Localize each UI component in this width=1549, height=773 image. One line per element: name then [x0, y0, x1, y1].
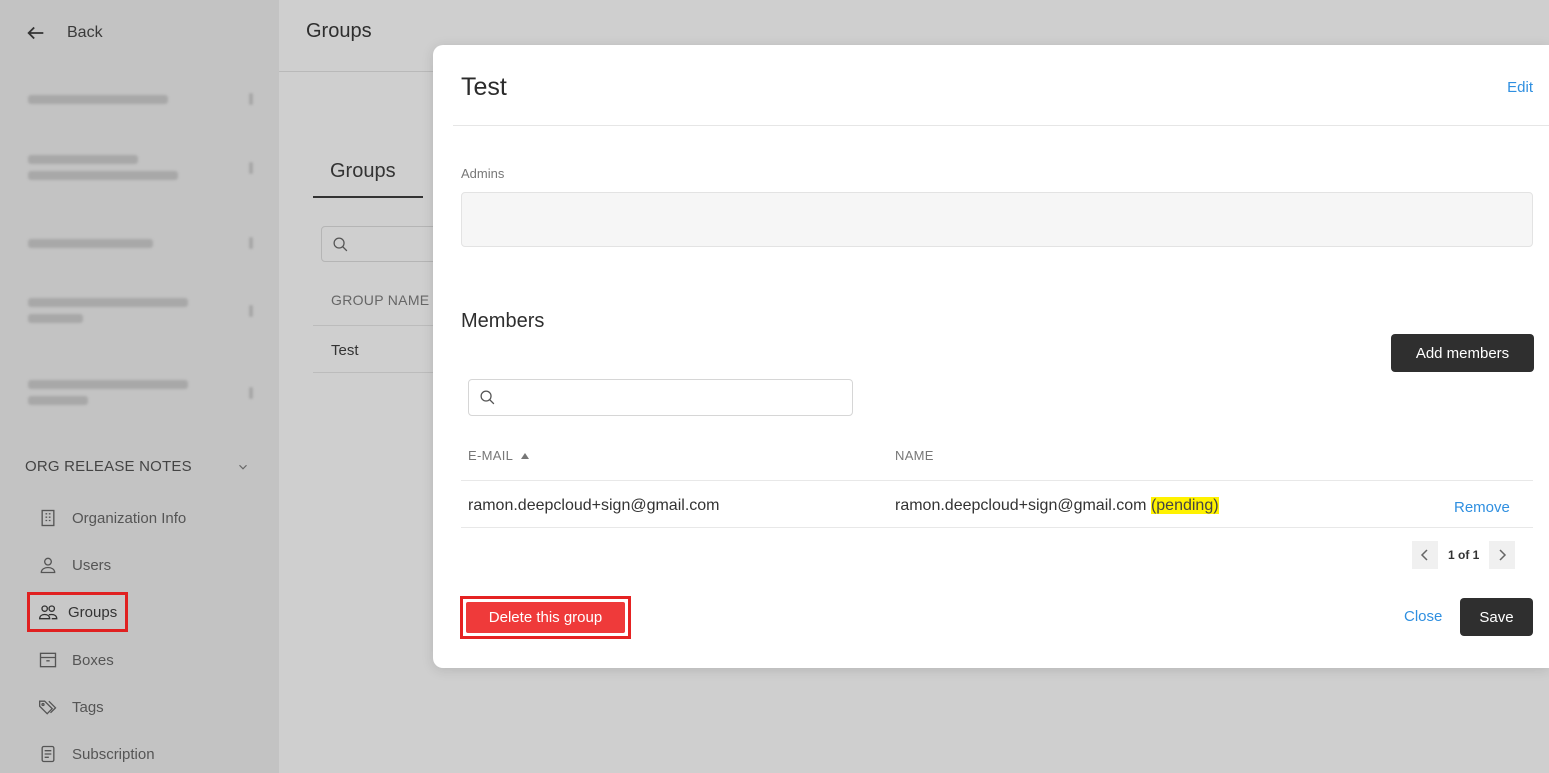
org-list-item[interactable] [28, 298, 253, 323]
table-divider [313, 325, 443, 326]
name-column-header[interactable]: NAME [895, 448, 934, 463]
table-divider [461, 527, 1533, 528]
sidebar-item-label: Tags [72, 698, 104, 716]
sidebar-item-organization-info[interactable]: Organization Info [38, 505, 186, 531]
members-search-input[interactable] [468, 379, 853, 416]
user-icon [40, 557, 56, 574]
close-link[interactable]: Close [1404, 608, 1442, 625]
member-name: ramon.deepcloud+sign@gmail.com (pending) [895, 497, 1219, 515]
remove-member-link[interactable]: Remove [1454, 499, 1510, 516]
members-title: Members [461, 310, 545, 332]
tag-icon [39, 700, 57, 715]
group-name-column-header[interactable]: GROUP NAME [331, 292, 429, 308]
member-email: ramon.deepcloud+sign@gmail.com [468, 497, 720, 514]
org-list-item[interactable] [28, 237, 253, 249]
email-column-header[interactable]: E-MAIL [468, 448, 530, 463]
org-section-header[interactable]: ORG RELEASE NOTES [25, 458, 250, 475]
sidebar-item-label: Organization Info [72, 509, 187, 527]
table-row[interactable]: Test [331, 342, 359, 359]
archive-box-icon [39, 652, 57, 668]
modal-title: Test [461, 73, 507, 101]
member-name-text: ramon.deepcloud+sign@gmail.com [895, 497, 1147, 514]
sidebar-item-label: Boxes [72, 651, 114, 669]
save-button[interactable]: Save [1460, 598, 1533, 636]
admins-field[interactable] [461, 192, 1533, 247]
arrow-left-icon [27, 26, 44, 40]
group-modal: Test Edit Admins Members Add members E-M… [433, 45, 1549, 668]
pagination: 1 of 1 [1412, 541, 1516, 569]
sidebar-item-label: Subscription [72, 745, 155, 763]
admins-label: Admins [461, 166, 505, 181]
add-members-button[interactable]: Add members [1391, 334, 1534, 372]
sort-ascending-icon [521, 452, 530, 459]
page-title: Groups [306, 20, 372, 42]
modal-divider [453, 125, 1549, 126]
prev-page-button[interactable] [1412, 541, 1438, 569]
building-icon [41, 509, 55, 527]
tab-underline [313, 196, 423, 198]
org-list-item[interactable] [28, 93, 253, 105]
edit-link[interactable]: Edit [1507, 79, 1533, 96]
back-label: Back [67, 24, 103, 41]
header-divider [279, 71, 439, 72]
search-icon [333, 237, 348, 252]
sidebar-item-subscription[interactable]: Subscription [38, 741, 155, 767]
back-button[interactable]: Back [25, 18, 103, 48]
next-page-button[interactable] [1489, 541, 1516, 569]
sidebar-item-label: Users [72, 556, 112, 574]
groups-search-input[interactable] [321, 226, 451, 262]
chevron-down-icon [239, 464, 247, 470]
chevron-right-icon [1499, 549, 1507, 561]
org-list-item[interactable] [28, 155, 253, 180]
search-icon [480, 390, 495, 405]
table-divider [313, 372, 443, 373]
sidebar-item-users[interactable]: Users [38, 552, 111, 578]
org-section-title: ORG RELEASE NOTES [25, 458, 192, 475]
sidebar-item-label: Groups [68, 603, 118, 621]
document-icon [41, 745, 55, 763]
users-group-icon [38, 605, 58, 620]
sidebar-item-tags[interactable]: Tags [38, 694, 104, 720]
table-divider [461, 480, 1533, 481]
tab-groups[interactable]: Groups [330, 160, 396, 183]
sidebar-item-groups[interactable]: Groups [27, 592, 129, 632]
chevron-left-icon [1420, 549, 1428, 561]
page-indicator: 1 of 1 [1448, 548, 1480, 562]
pending-badge: (pending) [1150, 497, 1219, 514]
sidebar: Back ORG RELEASE NOTES Organization Info… [0, 0, 279, 773]
email-column-label: E-MAIL [468, 448, 514, 463]
sidebar-item-boxes[interactable]: Boxes [38, 647, 114, 673]
delete-group-highlight: Delete this group [460, 596, 631, 639]
org-list-item[interactable] [28, 380, 253, 405]
delete-group-button[interactable]: Delete this group [466, 602, 625, 633]
